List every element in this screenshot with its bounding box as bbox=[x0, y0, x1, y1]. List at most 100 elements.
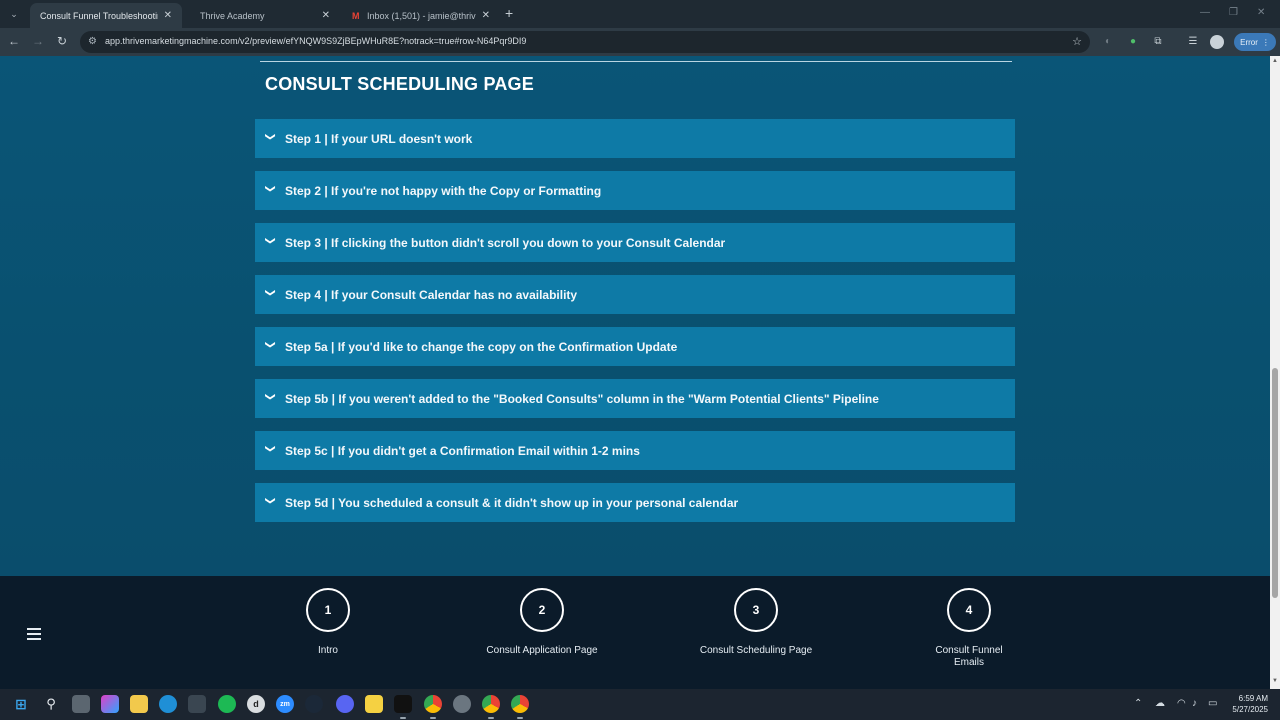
step-number-circle[interactable]: 1 bbox=[306, 588, 350, 632]
store-icon[interactable] bbox=[188, 695, 206, 713]
tab-thrive-academy[interactable]: Thrive Academy ✕ bbox=[190, 3, 340, 28]
step-label: Step 1 | If your URL doesn't work bbox=[285, 131, 473, 146]
window-close-icon[interactable]: ✕ bbox=[1257, 7, 1265, 18]
new-tab-icon[interactable]: + bbox=[505, 5, 513, 21]
page-title: CONSULT SCHEDULING PAGE bbox=[265, 74, 534, 94]
clock-date: 5/27/2025 bbox=[1232, 705, 1268, 714]
task-view-icon[interactable] bbox=[72, 695, 90, 713]
step-label: Step 4 | If your Consult Calendar has no… bbox=[285, 287, 578, 302]
url-text: app.thrivemarketingmachine.com/v2/previe… bbox=[105, 36, 527, 46]
nav-step-4[interactable]: 4 Consult Funnel Emails bbox=[904, 588, 1034, 669]
step-number-circle[interactable]: 2 bbox=[520, 588, 564, 632]
running-indicator bbox=[400, 717, 406, 719]
site-info-icon[interactable]: ⚙ bbox=[88, 36, 97, 47]
accordion-step-5a[interactable]: ❯ Step 5a | If you'd like to change the … bbox=[255, 327, 1015, 366]
step-nav-label[interactable]: Consult Funnel Emails bbox=[929, 645, 1009, 669]
step-label: Step 3 | If clicking the button didn't s… bbox=[285, 235, 726, 250]
copilot-icon[interactable] bbox=[101, 695, 119, 713]
settings-icon[interactable] bbox=[453, 695, 471, 713]
reload-icon[interactable]: ↻ bbox=[54, 34, 70, 48]
tab-consult-funnel[interactable]: Consult Funnel Troubleshooting ✕ bbox=[30, 3, 182, 28]
wifi-icon[interactable]: ◠ bbox=[1177, 698, 1186, 709]
chevron-down-icon: ❯ bbox=[264, 496, 276, 505]
nav-step-1[interactable]: 1 Intro bbox=[263, 588, 393, 657]
spotify-icon[interactable] bbox=[218, 695, 236, 713]
file-explorer-icon[interactable] bbox=[130, 695, 148, 713]
cloud-icon[interactable]: ☁ bbox=[1155, 698, 1165, 709]
discord-icon[interactable] bbox=[336, 695, 354, 713]
profile-avatar[interactable] bbox=[1210, 35, 1224, 49]
chevron-up-icon[interactable]: ⌃ bbox=[1134, 698, 1142, 709]
zoom-icon[interactable]: zm bbox=[276, 695, 294, 713]
windows-start-icon[interactable]: ⊞ bbox=[12, 695, 30, 713]
step-number-circle[interactable]: 4 bbox=[947, 588, 991, 632]
accordion-step-5c[interactable]: ❯ Step 5c | If you didn't get a Confirma… bbox=[255, 431, 1015, 470]
tab-title: Thrive Academy bbox=[200, 10, 265, 21]
accordion-step-1[interactable]: ❯ Step 1 | If your URL doesn't work bbox=[255, 119, 1015, 158]
running-indicator bbox=[488, 717, 494, 719]
step-label: Step 5c | If you didn't get a Confirmati… bbox=[285, 443, 640, 458]
restore-icon[interactable]: ❐ bbox=[1229, 7, 1238, 18]
steam-icon[interactable] bbox=[305, 695, 323, 713]
back-icon[interactable]: ← bbox=[6, 34, 22, 48]
page-scrollbar[interactable]: ▲ ▼ bbox=[1270, 56, 1280, 689]
bookmark-star-icon[interactable]: ☆ bbox=[1072, 35, 1082, 48]
address-bar[interactable]: ⚙ app.thrivemarketingmachine.com/v2/prev… bbox=[80, 31, 1090, 53]
step-label: Step 5b | If you weren't added to the "B… bbox=[285, 391, 879, 406]
accordion-step-5b[interactable]: ❯ Step 5b | If you weren't added to the … bbox=[255, 379, 1015, 418]
app-d-icon[interactable]: d bbox=[247, 695, 265, 713]
divider bbox=[260, 61, 1012, 62]
search-icon[interactable]: ⚲ bbox=[42, 695, 60, 713]
extension-icon[interactable]: ◐ bbox=[1101, 35, 1115, 49]
chrome-profile-icon[interactable] bbox=[482, 695, 500, 713]
chrome-icon[interactable] bbox=[424, 695, 442, 713]
accordion-step-3[interactable]: ❯ Step 3 | If clicking the button didn't… bbox=[255, 223, 1015, 262]
accordion-step-2[interactable]: ❯ Step 2 | If you're not happy with the … bbox=[255, 171, 1015, 210]
edge-icon[interactable] bbox=[159, 695, 177, 713]
scroll-down-icon[interactable]: ▼ bbox=[1272, 678, 1278, 684]
chevron-down-icon: ❯ bbox=[264, 288, 276, 297]
error-button[interactable]: Error ⋮ bbox=[1234, 33, 1276, 51]
close-icon[interactable]: ✕ bbox=[164, 10, 172, 21]
tab-search-button[interactable]: ⌄ bbox=[4, 4, 24, 24]
step-label: Step 5a | If you'd like to change the co… bbox=[285, 339, 678, 354]
accordion-step-4[interactable]: ❯ Step 4 | If your Consult Calendar has … bbox=[255, 275, 1015, 314]
minimize-icon[interactable]: — bbox=[1200, 7, 1210, 18]
battery-icon[interactable]: ▭ bbox=[1208, 698, 1217, 709]
chevron-down-icon: ❯ bbox=[264, 236, 276, 245]
forward-icon[interactable]: → bbox=[30, 34, 46, 48]
taskbar-clock[interactable]: 6:59 AM 5/27/2025 bbox=[1228, 693, 1268, 715]
grammarly-icon[interactable]: ● bbox=[1126, 35, 1140, 49]
step-number-circle[interactable]: 3 bbox=[734, 588, 778, 632]
reading-list-icon[interactable]: ☰ bbox=[1186, 35, 1200, 49]
chevron-down-icon: ❯ bbox=[264, 340, 276, 349]
extensions-puzzle-icon[interactable]: ⧉ bbox=[1151, 35, 1165, 49]
nav-step-2[interactable]: 2 Consult Application Page bbox=[477, 588, 607, 657]
gmail-icon: M bbox=[352, 10, 360, 21]
error-label: Error bbox=[1240, 37, 1258, 47]
chrome-profile-icon[interactable] bbox=[511, 695, 529, 713]
close-icon[interactable]: ✕ bbox=[482, 10, 490, 21]
footer-step-nav: 1 Intro 2 Consult Application Page 3 Con… bbox=[0, 576, 1270, 689]
step-nav-label[interactable]: Consult Scheduling Page bbox=[691, 645, 821, 657]
chevron-down-icon: ❯ bbox=[264, 444, 276, 453]
close-icon[interactable]: ✕ bbox=[322, 10, 330, 21]
chevron-down-icon: ❯ bbox=[264, 184, 276, 193]
scroll-up-icon[interactable]: ▲ bbox=[1272, 58, 1278, 64]
tab-inbox[interactable]: M Inbox (1,501) - jamie@thrive-a ✕ bbox=[342, 3, 500, 28]
browser-toolbar: ← → ↻ ⚙ app.thrivemarketingmachine.com/v… bbox=[0, 28, 1280, 56]
step-nav-label[interactable]: Intro bbox=[263, 645, 393, 657]
volume-icon[interactable]: ♪ bbox=[1192, 698, 1197, 709]
clock-time: 6:59 AM bbox=[1238, 694, 1268, 703]
chevron-down-icon: ❯ bbox=[264, 132, 276, 141]
terminal-icon[interactable] bbox=[394, 695, 412, 713]
hamburger-menu-icon[interactable] bbox=[27, 628, 41, 640]
step-label: Step 2 | If you're not happy with the Co… bbox=[285, 183, 602, 198]
accordion-step-5d[interactable]: ❯ Step 5d | You scheduled a consult & it… bbox=[255, 483, 1015, 522]
tab-title: Inbox (1,501) - jamie@thrive-a bbox=[367, 10, 476, 21]
scroll-thumb[interactable] bbox=[1272, 368, 1278, 598]
nav-step-3[interactable]: 3 Consult Scheduling Page bbox=[691, 588, 821, 657]
sticky-notes-icon[interactable] bbox=[365, 695, 383, 713]
step-nav-label[interactable]: Consult Application Page bbox=[477, 645, 607, 657]
kebab-menu-icon: ⋮ bbox=[1261, 37, 1270, 47]
